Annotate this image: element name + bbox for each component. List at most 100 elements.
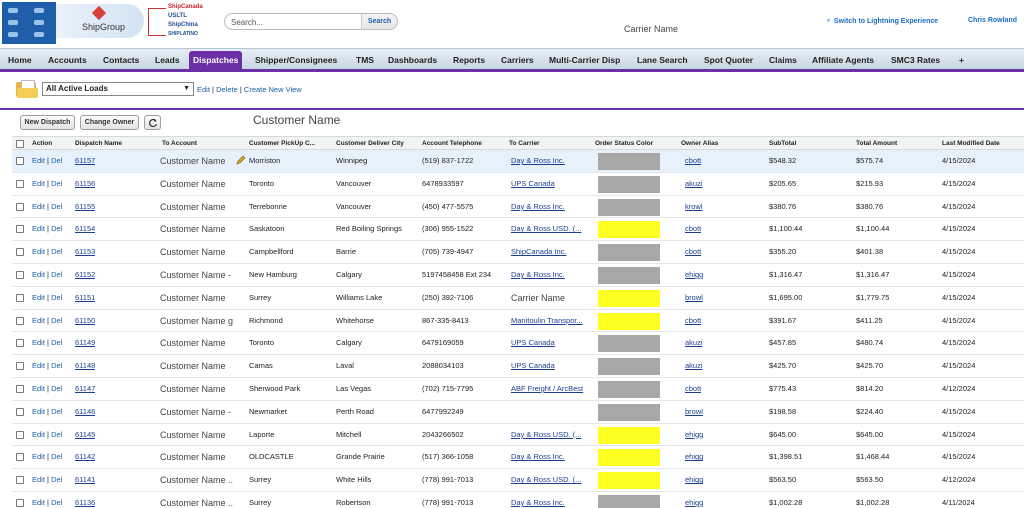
- row-edit-link[interactable]: Edit: [32, 179, 45, 188]
- owner-alias-link[interactable]: cbott: [685, 378, 701, 400]
- row-delete-link[interactable]: Del: [51, 179, 62, 188]
- row-checkbox[interactable]: [16, 453, 24, 462]
- col-telephone-header[interactable]: Account Telephone: [422, 137, 507, 151]
- row-checkbox[interactable]: [16, 271, 24, 279]
- dispatch-name-link[interactable]: 61151: [75, 287, 95, 309]
- tab-more[interactable]: +: [955, 51, 968, 69]
- row-delete-link[interactable]: Del: [51, 293, 62, 302]
- to-carrier-link[interactable]: Manitoulin Transpor...: [511, 310, 593, 332]
- row-delete-link[interactable]: Del: [51, 430, 62, 439]
- col-to-account-header[interactable]: To Account: [162, 137, 247, 151]
- row-delete-link[interactable]: Del: [51, 156, 62, 165]
- refresh-button[interactable]: [144, 115, 161, 130]
- to-carrier-link[interactable]: Day & Ross USD. (...: [511, 424, 593, 446]
- row-edit-link[interactable]: Edit: [32, 293, 45, 302]
- row-checkbox[interactable]: [16, 293, 24, 302]
- owner-alias-link[interactable]: akuzi: [685, 355, 703, 377]
- to-carrier-link[interactable]: UPS Canada: [511, 355, 593, 377]
- row-checkbox[interactable]: [16, 179, 24, 188]
- delete-view-link[interactable]: Delete: [216, 85, 238, 94]
- row-edit-link[interactable]: Edit: [32, 498, 45, 507]
- row-edit-link[interactable]: Edit: [32, 407, 45, 416]
- to-carrier-link[interactable]: Day & Ross Inc.: [511, 264, 593, 286]
- tab-contacts[interactable]: Contacts: [99, 51, 143, 69]
- row-checkbox[interactable]: [16, 430, 24, 439]
- tab-shipper-consignees[interactable]: Shipper/Consignees: [251, 51, 341, 69]
- tab-tms[interactable]: TMS: [352, 51, 378, 69]
- user-menu[interactable]: Chris Rowland: [968, 17, 1017, 24]
- tab-dispatches[interactable]: Dispatches: [189, 51, 243, 69]
- row-checkbox[interactable]: [16, 385, 24, 393]
- owner-alias-link[interactable]: akuzi: [685, 173, 703, 195]
- row-edit-link[interactable]: Edit: [32, 270, 45, 279]
- tab-claims[interactable]: Claims: [765, 51, 801, 69]
- owner-alias-link[interactable]: cbott: [685, 241, 701, 263]
- to-carrier-link[interactable]: UPS Canada: [511, 173, 593, 195]
- dispatch-name-link[interactable]: 61154: [75, 218, 95, 240]
- row-edit-link[interactable]: Edit: [32, 452, 45, 461]
- row-checkbox[interactable]: [16, 476, 24, 485]
- owner-alias-link[interactable]: cbott: [685, 310, 701, 332]
- tab-carriers[interactable]: Carriers: [497, 51, 538, 69]
- select-all-checkbox[interactable]: [16, 140, 24, 148]
- pencil-icon[interactable]: [236, 155, 246, 165]
- row-delete-link[interactable]: Del: [51, 270, 62, 279]
- tab-home[interactable]: Home: [4, 51, 36, 69]
- row-delete-link[interactable]: Del: [51, 475, 62, 484]
- row-delete-link[interactable]: Del: [51, 452, 62, 461]
- dispatch-name-link[interactable]: 61156: [75, 173, 95, 195]
- dispatch-name-link[interactable]: 61145: [75, 424, 95, 446]
- new-dispatch-button[interactable]: New Dispatch: [20, 115, 75, 130]
- owner-alias-link[interactable]: ehigg: [685, 492, 703, 508]
- create-view-link[interactable]: Create New View: [244, 85, 302, 94]
- row-delete-link[interactable]: Del: [51, 316, 62, 325]
- edit-view-link[interactable]: Edit: [197, 85, 210, 94]
- tab-affiliate-agents[interactable]: Affiliate Agents: [808, 51, 878, 69]
- owner-alias-link[interactable]: akuzi: [685, 332, 703, 354]
- owner-alias-link[interactable]: ehigg: [685, 446, 703, 468]
- col-owner-alias-header[interactable]: Owner Alias: [681, 137, 767, 151]
- owner-alias-link[interactable]: cbott: [685, 150, 701, 172]
- col-subtotal-header[interactable]: SubTotal: [769, 137, 854, 151]
- to-carrier-link[interactable]: UPS Canada: [511, 332, 593, 354]
- to-carrier-link[interactable]: Day & Ross USD. (...: [511, 469, 593, 491]
- search-button[interactable]: Search: [361, 14, 397, 29]
- tab-lane-search[interactable]: Lane Search: [633, 51, 692, 69]
- row-delete-link[interactable]: Del: [51, 407, 62, 416]
- row-checkbox[interactable]: [16, 202, 24, 211]
- dispatch-name-link[interactable]: 61141: [75, 469, 95, 491]
- owner-alias-link[interactable]: cbott: [685, 218, 701, 240]
- dispatch-name-link[interactable]: 61157: [75, 150, 95, 172]
- col-pickup-city-header[interactable]: Customer PickUp C...: [249, 137, 334, 151]
- to-carrier-link[interactable]: [511, 401, 593, 423]
- owner-alias-link[interactable]: ehigg: [685, 469, 703, 491]
- row-edit-link[interactable]: Edit: [32, 475, 45, 484]
- row-checkbox[interactable]: [16, 248, 24, 257]
- col-last-modified-header[interactable]: Last Modified Date: [942, 137, 1022, 151]
- owner-alias-link[interactable]: browl: [685, 401, 703, 423]
- row-edit-link[interactable]: Edit: [32, 224, 45, 233]
- tab-accounts[interactable]: Accounts: [44, 51, 91, 69]
- to-carrier-link[interactable]: Day & Ross Inc.: [511, 150, 593, 172]
- dispatch-name-link[interactable]: 61142: [75, 446, 95, 468]
- tab-leads[interactable]: Leads: [151, 51, 184, 69]
- dispatch-name-link[interactable]: 61148: [75, 355, 95, 377]
- row-delete-link[interactable]: Del: [51, 247, 62, 256]
- col-status-color-header[interactable]: Order Status Color: [595, 137, 679, 151]
- row-delete-link[interactable]: Del: [51, 498, 62, 507]
- tab-spot-quoter[interactable]: Spot Quoter: [700, 51, 757, 69]
- row-edit-link[interactable]: Edit: [32, 384, 45, 393]
- dispatch-name-link[interactable]: 61146: [75, 401, 95, 423]
- col-action-header[interactable]: Action: [32, 137, 73, 151]
- dispatch-name-link[interactable]: 61147: [75, 378, 95, 400]
- row-delete-link[interactable]: Del: [51, 338, 62, 347]
- owner-alias-link[interactable]: ehigg: [685, 264, 703, 286]
- dispatch-name-link[interactable]: 61155: [75, 196, 95, 218]
- row-checkbox[interactable]: [16, 339, 24, 348]
- dispatch-name-link[interactable]: 61150: [75, 310, 95, 332]
- to-carrier-link[interactable]: ABF Freight / ArcBest: [511, 378, 593, 400]
- row-checkbox[interactable]: [16, 225, 24, 234]
- row-edit-link[interactable]: Edit: [32, 338, 45, 347]
- row-delete-link[interactable]: Del: [51, 202, 62, 211]
- row-edit-link[interactable]: Edit: [32, 156, 45, 165]
